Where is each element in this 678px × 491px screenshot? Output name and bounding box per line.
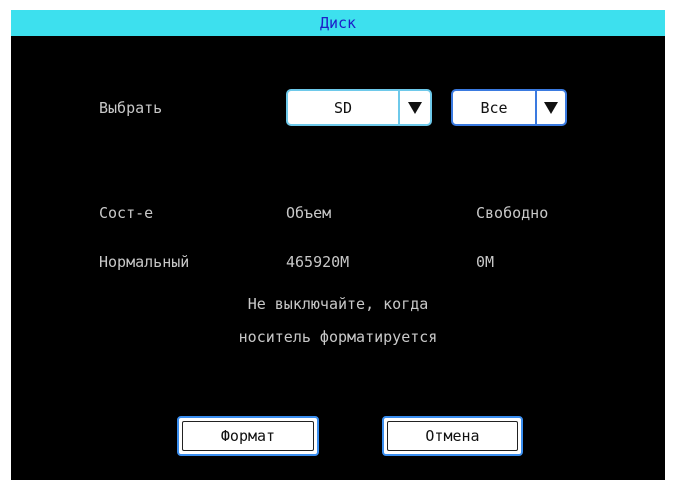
- scope-dropdown-value: Все: [480, 98, 508, 117]
- cancel-button[interactable]: Отмена: [382, 416, 523, 456]
- format-button[interactable]: Формат: [177, 416, 319, 456]
- header-capacity: Объем: [286, 204, 332, 222]
- capacity-value: 465920M: [286, 253, 350, 271]
- status-value: Нормальный: [99, 253, 190, 271]
- header-free: Свободно: [476, 204, 549, 222]
- chevron-down-icon[interactable]: [400, 91, 430, 124]
- storage-dropdown-value: SD: [333, 98, 353, 117]
- warning-line-1: Не выключайте, когда: [247, 295, 429, 313]
- scope-dropdown[interactable]: Все: [451, 89, 567, 126]
- cancel-button-label: Отмена: [387, 421, 518, 451]
- format-button-label: Формат: [182, 421, 314, 451]
- dialog-title: Диск: [11, 10, 665, 36]
- free-value: 0M: [476, 253, 495, 271]
- select-label: Выбрать: [99, 99, 163, 117]
- warning-line-2: носитель форматируется: [238, 328, 438, 346]
- header-status: Сост-е: [99, 204, 154, 222]
- chevron-down-icon[interactable]: [537, 91, 565, 124]
- disk-dialog: Диск Выбрать SD Все Сост-е Объем Свободн…: [11, 10, 665, 480]
- storage-dropdown[interactable]: SD: [286, 89, 432, 126]
